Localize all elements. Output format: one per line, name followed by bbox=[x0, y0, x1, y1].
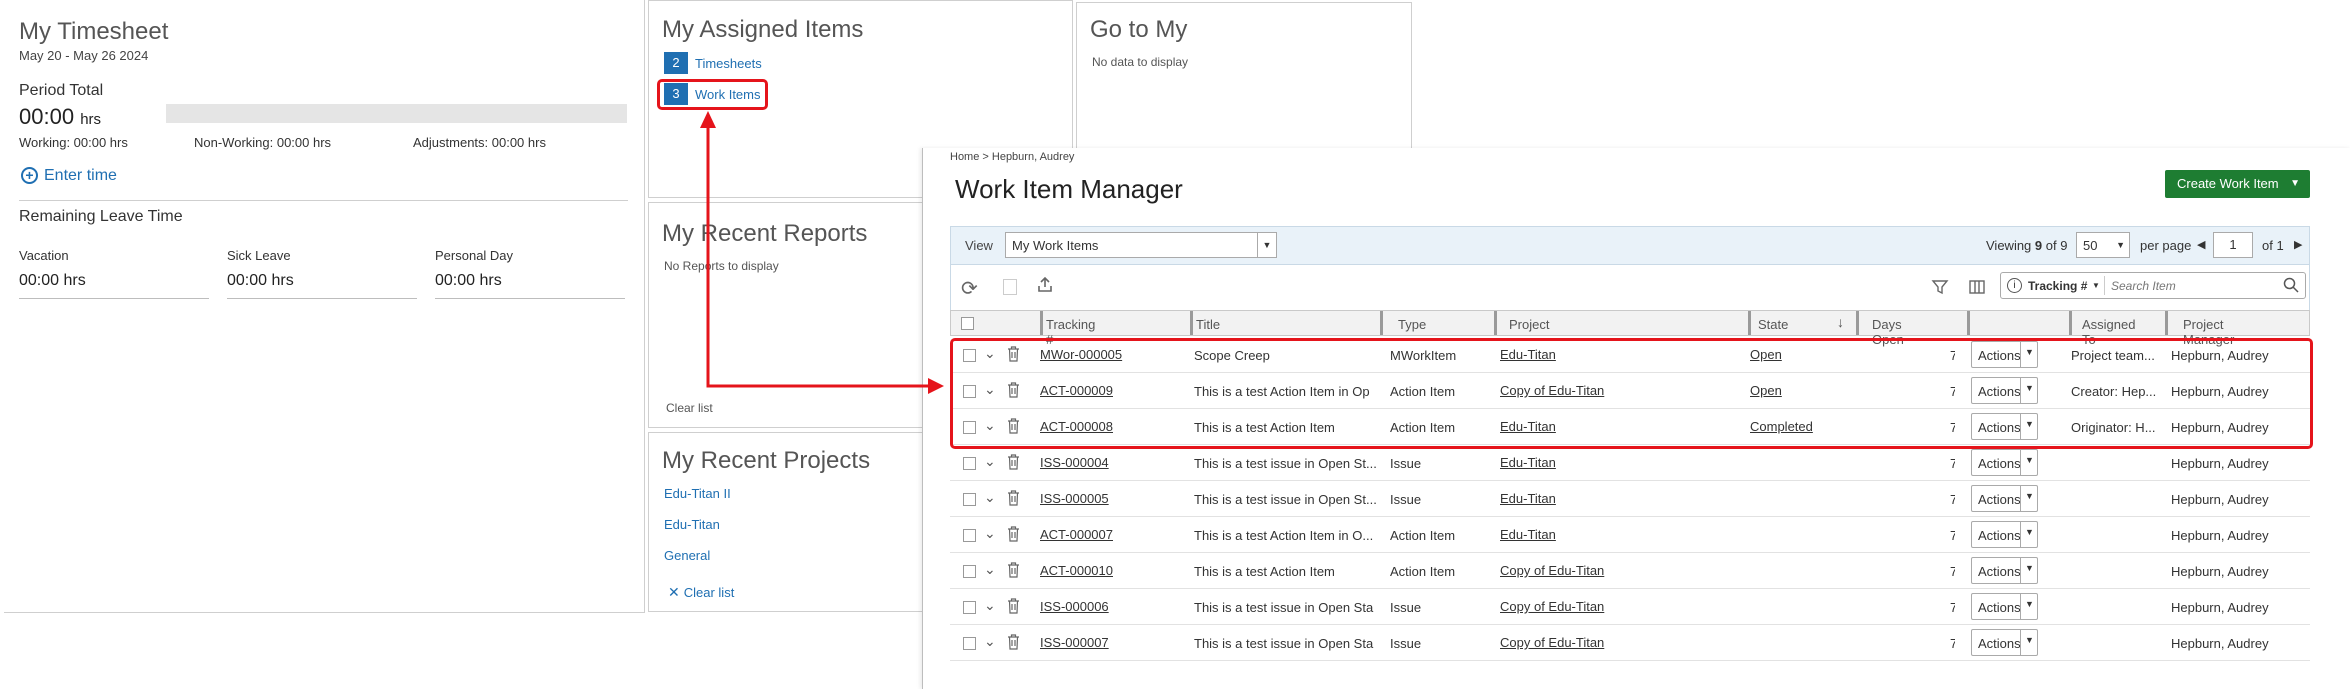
highlight-arrow bbox=[700, 111, 944, 394]
